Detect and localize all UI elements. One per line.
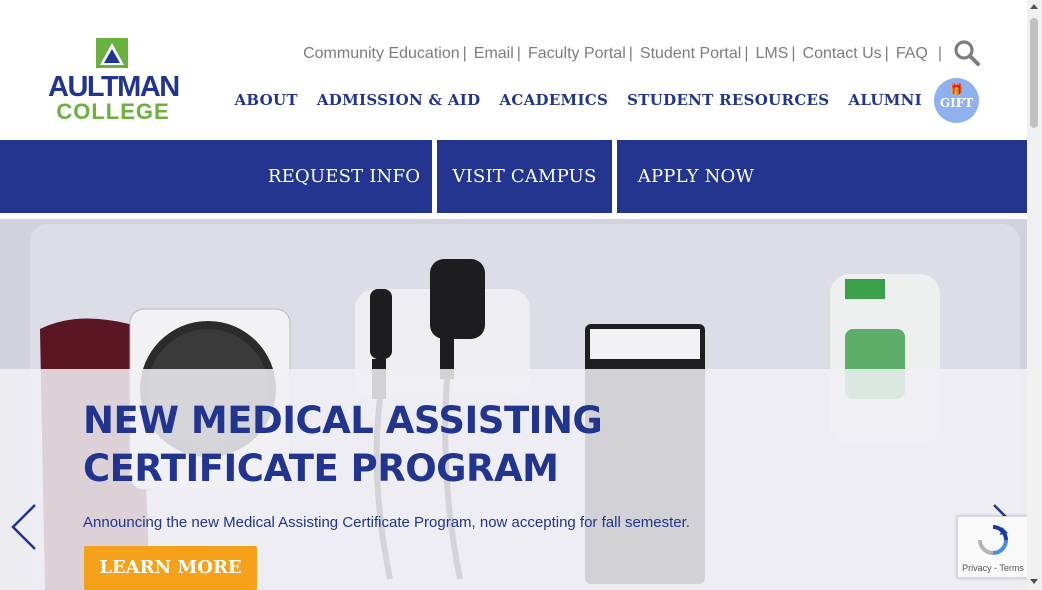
gift-icon: 🎁 xyxy=(949,83,964,96)
request-info-label: REQUEST INFO xyxy=(267,166,421,187)
logo-triangle-icon xyxy=(96,38,128,68)
visit-campus-button[interactable]: VISIT CAMPUS xyxy=(437,140,612,213)
site-header: AULTMAN COLLEGE Community Education | Em… xyxy=(0,0,1027,138)
prev-slide-arrow-icon[interactable] xyxy=(9,503,39,551)
util-separator: | xyxy=(516,45,521,62)
logo-sub: COLLEGE xyxy=(56,99,170,124)
util-link-faq[interactable]: FAQ xyxy=(896,45,928,63)
page-scrollbar[interactable] xyxy=(1027,0,1042,590)
util-link-student-portal[interactable]: Student Portal xyxy=(640,45,741,63)
util-link-community-education[interactable]: Community Education xyxy=(303,45,460,63)
utility-nav: Community Education | Email | Faculty Po… xyxy=(303,45,949,63)
nav-about[interactable]: ABOUT xyxy=(234,91,297,109)
scroll-down-arrow-icon[interactable] xyxy=(1030,579,1038,584)
nav-student-resources[interactable]: STUDENT RESOURCES xyxy=(627,91,829,109)
learn-more-button[interactable]: LEARN MORE xyxy=(84,546,257,590)
gift-button[interactable]: 🎁 GIFT xyxy=(934,78,979,123)
hero-title: NEW MEDICAL ASSISTING CERTIFICATE PROGRA… xyxy=(83,399,603,490)
recaptcha-icon xyxy=(978,525,1008,555)
visit-campus-label: VISIT CAMPUS xyxy=(452,166,597,187)
util-link-email[interactable]: Email xyxy=(474,45,514,63)
cta-bar: REQUEST INFO VISIT CAMPUS APPLY NOW xyxy=(0,138,1027,215)
util-separator: | xyxy=(462,45,467,62)
util-link-faculty-portal[interactable]: Faculty Portal xyxy=(528,45,626,63)
apply-now-label: APPLY NOW xyxy=(637,166,755,187)
apply-now-button[interactable]: APPLY NOW xyxy=(617,140,1027,213)
util-separator: | xyxy=(744,45,749,62)
util-separator: | xyxy=(884,45,889,62)
request-info-button[interactable]: REQUEST INFO xyxy=(0,140,432,213)
scroll-up-arrow-icon[interactable] xyxy=(1030,4,1038,9)
util-link-contact-us[interactable]: Contact Us xyxy=(803,45,882,63)
hero-slider: NEW MEDICAL ASSISTING CERTIFICATE PROGRA… xyxy=(0,219,1027,590)
hero-description: Announcing the new Medical Assisting Cer… xyxy=(83,514,690,531)
util-separator: | xyxy=(937,45,942,62)
recaptcha-links[interactable]: Privacy - Terms xyxy=(958,563,1028,573)
util-link-lms[interactable]: LMS xyxy=(755,45,788,63)
util-separator: | xyxy=(791,45,796,62)
main-nav: ABOUT ADMISSION & AID ACADEMICS STUDENT … xyxy=(234,91,922,109)
gift-label: GIFT xyxy=(939,96,974,110)
scroll-thumb[interactable] xyxy=(1030,18,1038,128)
recaptcha-badge[interactable]: Privacy - Terms xyxy=(957,516,1029,578)
logo-name: AULTMAN xyxy=(48,71,180,103)
nav-admission-aid[interactable]: ADMISSION & AID xyxy=(317,91,481,109)
aultman-college-logo[interactable]: AULTMAN COLLEGE xyxy=(48,38,180,126)
nav-alumni[interactable]: ALUMNI xyxy=(848,91,922,109)
search-icon[interactable] xyxy=(953,39,981,67)
util-separator: | xyxy=(628,45,633,62)
nav-academics[interactable]: ACADEMICS xyxy=(499,91,608,109)
